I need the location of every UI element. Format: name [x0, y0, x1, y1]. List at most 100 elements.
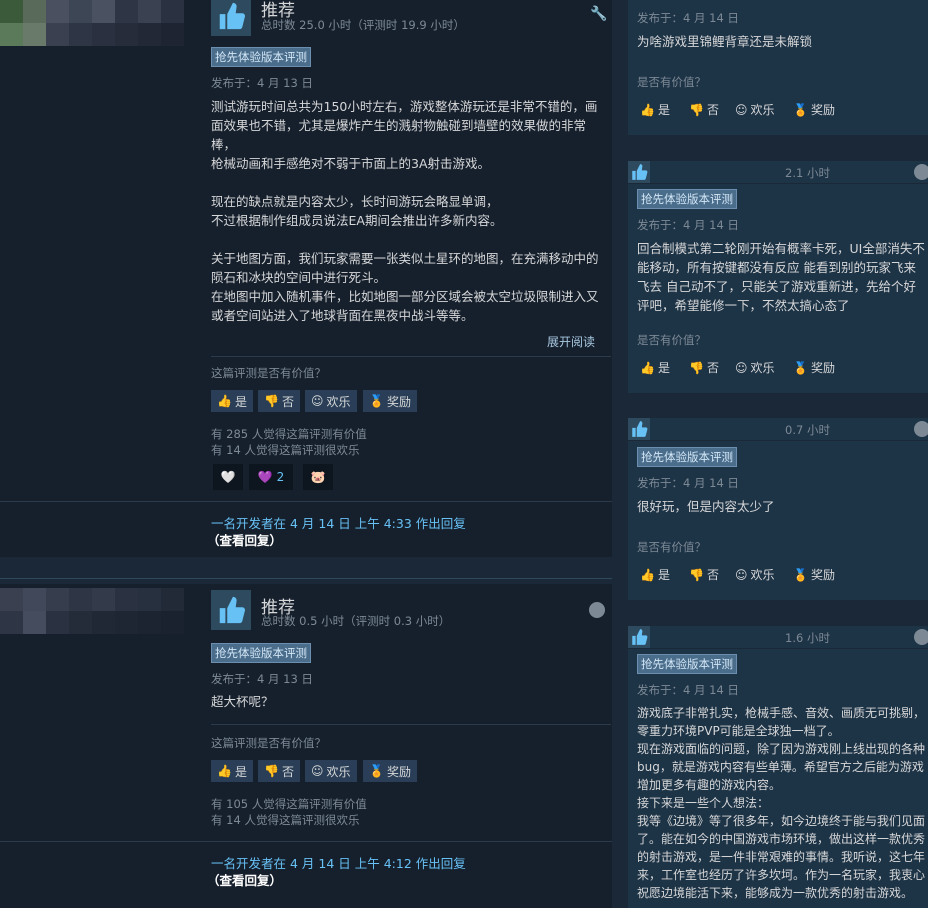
posted-date: 发布于：4 月 13 日 [211, 76, 313, 90]
helpful-question: 是否有价值？ [637, 75, 706, 89]
side-review-card: 抢先体验版本评测 发布于：4 月 14 日 回合制模式第二轮刚开始有概率卡死，U… [628, 184, 928, 393]
thumbs-up-icon [628, 161, 650, 183]
thumbs-up-icon [628, 418, 650, 440]
posted-date: 发布于：4 月 14 日 [637, 683, 739, 697]
review-card: 推荐 总时数 0.5 小时（评测时 0.3 小时） 抢先体验版本评测 发布于：4… [0, 584, 612, 908]
vote-yes-button[interactable]: 👍 是 [640, 359, 670, 376]
helpful-question: 这篇评测是否有价值？ [211, 736, 326, 750]
vote-funny-label: 欢乐 [326, 764, 351, 779]
vote-yes-button[interactable]: 👍 是 [211, 390, 253, 412]
award-chip-2[interactable]: 💜 2 [249, 464, 293, 490]
early-access-tag: 抢先体验版本评测 [637, 654, 737, 674]
thumbs-down-icon: 👎 [264, 394, 279, 408]
steam-icon [589, 602, 605, 618]
vote-yes-label: 是 [657, 361, 670, 375]
vote-no-button[interactable]: 👎 否 [258, 760, 300, 782]
award-reaction-icon: 🐷 [310, 470, 326, 484]
vote-no-button[interactable]: 👎 否 [258, 390, 300, 412]
funny-count: 有 14 人觉得这篇评测很欢乐 [211, 813, 360, 827]
review-content: 游戏底子非常扎实，枪械手感、音效、画质无可挑剔，零重力环境PVP可能是全球独一档… [637, 706, 926, 900]
award-button[interactable]: 🏅 奖励 [363, 760, 417, 782]
award-icon: 🏅 [369, 394, 384, 408]
helpful-question: 这篇评测是否有价值？ [211, 366, 326, 380]
expand-link[interactable]: 展开阅读 [547, 333, 595, 350]
vote-yes-button[interactable]: 👍 是 [640, 101, 670, 118]
award-label: 奖励 [810, 568, 835, 582]
vote-yes-label: 是 [234, 764, 247, 779]
avatar[interactable] [0, 588, 186, 644]
review-content: 为啥游戏里锦鲤背章还是未解锁 [637, 34, 813, 49]
review-content: 测试游玩时间总共为150小时左右，游戏整体游玩还是非常不错的，画面效果也不错，尤… [211, 99, 599, 323]
avatar[interactable] [0, 0, 186, 48]
steam-icon [914, 164, 928, 180]
vote-no-label: 否 [706, 103, 719, 117]
playtime: 1.6 小时 [785, 631, 830, 645]
funny-count: 有 14 人觉得这篇评测很欢乐 [211, 443, 360, 457]
smiley-icon: ☺ [735, 360, 748, 375]
vote-funny-button[interactable]: ☺ 欢乐 [305, 390, 357, 412]
thumbs-up-icon: 👍 [217, 394, 232, 408]
view-reply-link[interactable]: （查看回复） [207, 530, 282, 549]
playtime: 总时数 25.0 小时（评测时 19.9 小时） [261, 18, 465, 32]
vote-yes-label: 是 [657, 103, 670, 117]
smiley-icon: ☺ [311, 394, 324, 408]
section-divider [0, 578, 612, 579]
award-button[interactable]: 🏅 奖励 [793, 566, 835, 583]
vote-no-button[interactable]: 👎 否 [689, 101, 719, 118]
vote-funny-button[interactable]: ☺ 欢乐 [735, 359, 775, 376]
vote-yes-button[interactable]: 👍 是 [640, 566, 670, 583]
vote-yes-button[interactable]: 👍 是 [211, 760, 253, 782]
award-reaction-icon: 🤍 [220, 470, 236, 484]
posted-date: 发布于：4 月 13 日 [211, 672, 313, 686]
award-button[interactable]: 🏅 奖励 [793, 359, 835, 376]
helpful-question: 是否有价值？ [637, 333, 706, 347]
divider [211, 724, 611, 725]
helpful-question: 是否有价值？ [637, 540, 706, 554]
review-content: 超大杯呢？ [211, 694, 274, 709]
side-review-card: 抢先体验版本评测 发布于：4 月 14 日 很好玩，但是内容太少了 是否有价值？… [628, 441, 928, 600]
thumbs-down-icon: 👎 [689, 567, 704, 582]
playtime: 总时数 0.5 小时（评测时 0.3 小时） [261, 614, 451, 628]
vote-funny-label: 欢乐 [750, 568, 775, 582]
vote-no-label: 否 [706, 568, 719, 582]
smiley-icon: ☺ [311, 764, 324, 778]
award-button[interactable]: 🏅 奖励 [363, 390, 417, 412]
award-chip-1[interactable]: 🤍 [213, 464, 243, 490]
posted-date: 发布于：4 月 14 日 [637, 11, 739, 25]
award-icon: 🏅 [793, 567, 808, 582]
divider [0, 501, 612, 502]
vote-no-label: 否 [706, 361, 719, 375]
posted-date: 发布于：4 月 14 日 [637, 476, 739, 490]
thumbs-down-icon: 👎 [689, 102, 704, 117]
award-label: 奖励 [810, 103, 835, 117]
thumbs-up-icon: 👍 [640, 567, 655, 582]
award-label: 奖励 [386, 394, 411, 409]
view-reply-link[interactable]: （查看回复） [207, 870, 282, 889]
award-button[interactable]: 🏅 奖励 [793, 101, 835, 118]
vote-yes-label: 是 [234, 394, 247, 409]
thumbs-up-icon: 👍 [640, 102, 655, 117]
vote-funny-label: 欢乐 [326, 394, 351, 409]
award-count: 2 [276, 470, 285, 484]
side-review-card: 抢先体验版本评测 发布于：4 月 14 日 游戏底子非常扎实，枪械手感、音效、画… [628, 649, 928, 908]
thumbs-down-icon: 👎 [264, 764, 279, 778]
smiley-icon: ☺ [735, 567, 748, 582]
vote-funny-label: 欢乐 [750, 103, 775, 117]
vote-no-label: 否 [281, 394, 294, 409]
review-content: 回合制模式第二轮刚开始有概率卡死，UI全部消失不能移动，所有按键都没有反应 能看… [637, 241, 925, 313]
smiley-icon: ☺ [735, 102, 748, 117]
side-review-header: 0.7 小时 [628, 418, 928, 440]
vote-funny-button[interactable]: ☺ 欢乐 [735, 566, 775, 583]
wrench-icon: 🔧 [590, 6, 608, 22]
vote-no-button[interactable]: 👎 否 [689, 359, 719, 376]
thumbs-up-icon [211, 0, 251, 36]
side-review-card: 发布于：4 月 14 日 为啥游戏里锦鲤背章还是未解锁 是否有价值？ 👍 是 👎 否… [628, 0, 928, 135]
vote-no-button[interactable]: 👎 否 [689, 566, 719, 583]
award-chip-3[interactable]: 🐷 [303, 464, 333, 490]
award-label: 奖励 [810, 361, 835, 375]
vote-funny-button[interactable]: ☺ 欢乐 [735, 101, 775, 118]
vote-funny-button[interactable]: ☺ 欢乐 [305, 760, 357, 782]
thumbs-down-icon: 👎 [689, 360, 704, 375]
vote-no-label: 否 [281, 764, 294, 779]
divider [0, 841, 612, 842]
